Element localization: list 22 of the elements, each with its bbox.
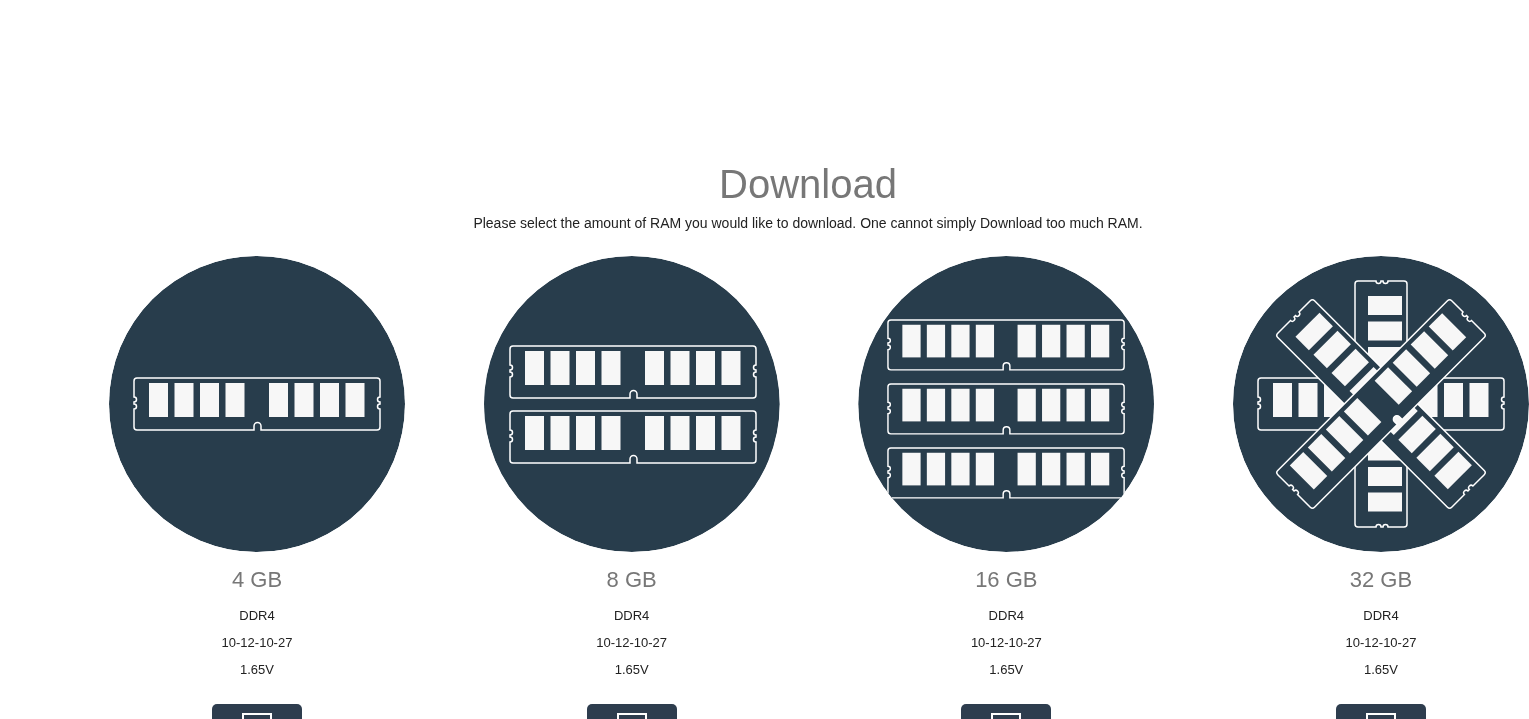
voltage-label: 1.65V bbox=[989, 660, 1024, 679]
voltage-label: 1.65V bbox=[614, 660, 649, 679]
capacity-label: 4 GB bbox=[231, 566, 283, 594]
download-button[interactable] bbox=[961, 704, 1052, 719]
download-button[interactable] bbox=[212, 704, 302, 719]
memory-type-label: DDR4 bbox=[239, 606, 275, 625]
page-title: Download bbox=[719, 161, 897, 208]
memory-type-label: DDR4 bbox=[988, 606, 1024, 625]
voltage-label: 1.65V bbox=[240, 660, 274, 679]
download-button[interactable] bbox=[586, 704, 677, 719]
timings-label: 10-12-10-27 bbox=[1345, 633, 1417, 652]
memory-type-label: DDR4 bbox=[1363, 606, 1399, 625]
capacity-label: 32 GB bbox=[1349, 566, 1413, 594]
timings-label: 10-12-10-27 bbox=[221, 633, 293, 652]
voltage-label: 1.65V bbox=[1363, 660, 1398, 679]
capacity-label: 16 GB bbox=[975, 566, 1038, 594]
download-button[interactable] bbox=[1335, 704, 1426, 719]
capacity-label: 8 GB bbox=[606, 566, 657, 594]
memory-type-label: DDR4 bbox=[613, 606, 650, 625]
page-description: Please select the amount of RAM you would like to download. One cannot simply Download too much RAM. bbox=[473, 214, 1143, 232]
timings-label: 10-12-10-27 bbox=[970, 633, 1042, 652]
timings-label: 10-12-10-27 bbox=[596, 633, 668, 652]
